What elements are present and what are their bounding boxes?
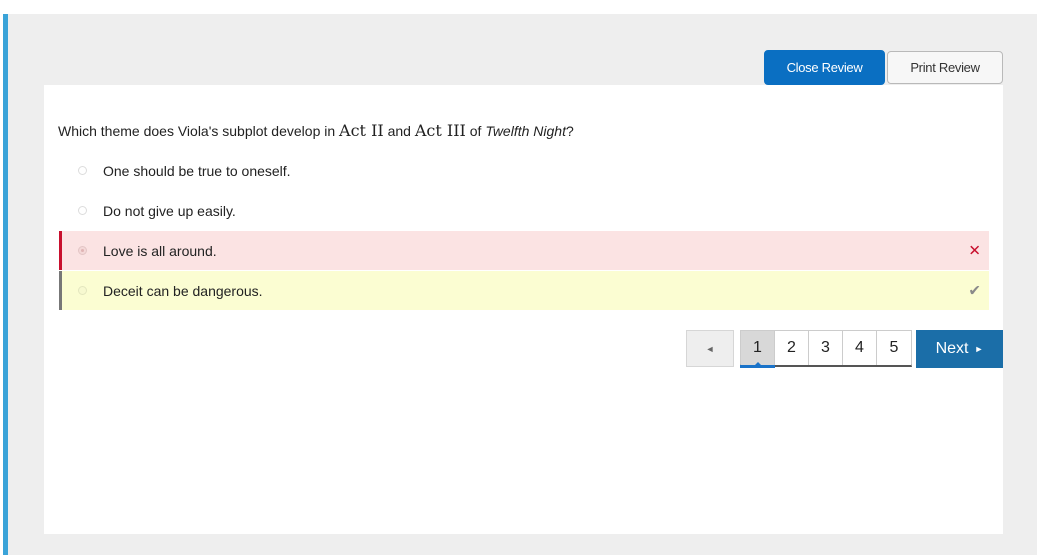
page-number-list: 1 2 3 4 5 [740, 330, 912, 368]
question-act-a: Act II [339, 121, 384, 140]
answer-choice-1[interactable]: One should be true to oneself. [59, 151, 989, 190]
page-number-3[interactable]: 3 [809, 331, 843, 365]
radio-button-selected[interactable] [78, 246, 87, 255]
question-suffix: ? [565, 123, 574, 139]
print-review-button[interactable]: Print Review [887, 51, 1003, 84]
review-panel: Close Review Print Review Which theme do… [8, 14, 1037, 555]
question-prefix: Which theme does Viola's subplot develop… [58, 123, 340, 139]
close-review-button[interactable]: Close Review [764, 50, 885, 85]
triangle-left-icon: ◄ [705, 343, 715, 354]
radio-button[interactable] [78, 206, 87, 215]
radio-button[interactable] [78, 166, 87, 175]
review-toolbar: Close Review Print Review [764, 50, 1003, 85]
next-button[interactable]: Next ► [916, 330, 1003, 368]
question-act-b: Act III [414, 121, 466, 140]
page-number-2[interactable]: 2 [775, 331, 809, 365]
answer-choice-label: Do not give up easily. [103, 202, 236, 219]
answer-choices: One should be true to oneself. Do not gi… [59, 151, 989, 310]
question-card: Which theme does Viola's subplot develop… [44, 85, 1003, 534]
question-pager: ◄ 1 2 3 4 5 Next ► [686, 330, 1003, 368]
next-button-label: Next [935, 340, 969, 357]
answer-choice-4-correct[interactable]: Deceit can be dangerous. ✔ [59, 271, 989, 310]
page-number-4[interactable]: 4 [843, 331, 877, 365]
answer-choice-3-incorrect[interactable]: Love is all around. ✕ [59, 231, 989, 270]
answer-choice-2[interactable]: Do not give up easily. [59, 191, 989, 230]
previous-button[interactable]: ◄ [686, 330, 734, 367]
radio-button[interactable] [78, 286, 87, 295]
question-text: Which theme does Viola's subplot develop… [58, 121, 574, 140]
question-mid: and [383, 123, 415, 139]
question-work-title: Twelfth Night [485, 123, 566, 139]
page-number-1[interactable]: 1 [740, 331, 775, 368]
answer-choice-label: Love is all around. [103, 242, 217, 259]
answer-choice-label: One should be true to oneself. [103, 162, 291, 179]
review-page: Close Review Print Review Which theme do… [0, 0, 1037, 555]
question-of: of [465, 123, 486, 139]
triangle-right-icon: ► [974, 344, 984, 354]
answer-choice-label: Deceit can be dangerous. [103, 282, 263, 299]
page-number-5[interactable]: 5 [877, 331, 911, 365]
x-icon: ✕ [968, 242, 981, 259]
check-icon: ✔ [968, 282, 981, 299]
